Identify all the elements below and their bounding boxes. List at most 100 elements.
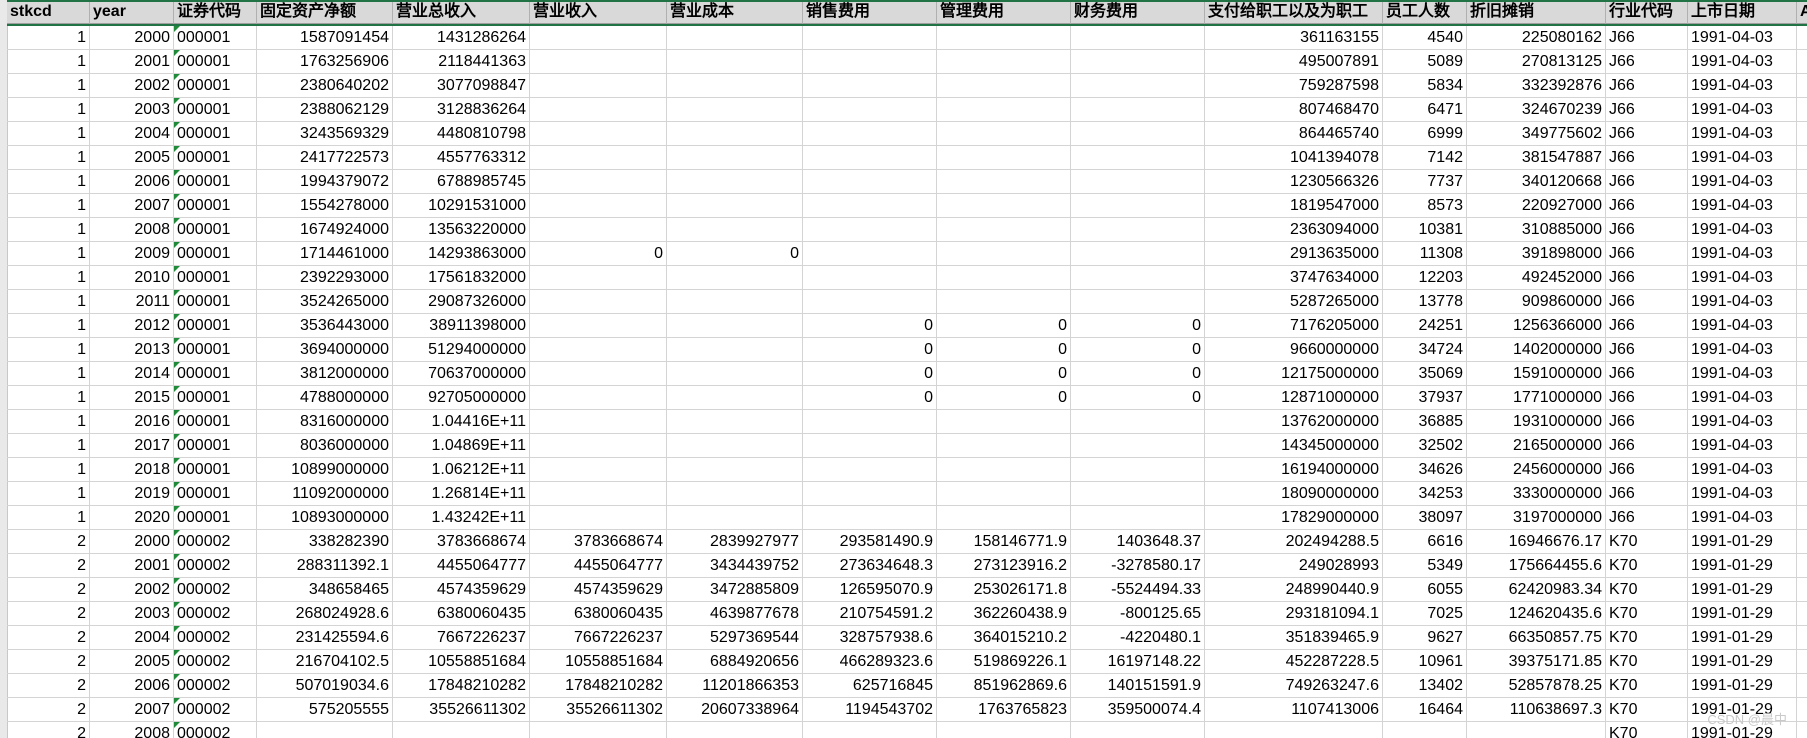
table-cell[interactable]: 2	[7, 626, 90, 650]
table-cell[interactable]	[937, 74, 1071, 98]
table-cell[interactable]: J66	[1606, 482, 1688, 506]
table-cell[interactable]: 625716845	[803, 674, 937, 698]
table-cell[interactable]	[1797, 26, 1807, 50]
table-cell[interactable]: 4480810798	[393, 122, 530, 146]
table-cell[interactable]	[803, 170, 937, 194]
table-cell[interactable]	[530, 122, 667, 146]
table-cell[interactable]: 452287228.5	[1205, 650, 1383, 674]
table-cell[interactable]: 14345000000	[1205, 434, 1383, 458]
table-cell[interactable]	[1071, 170, 1205, 194]
table-cell[interactable]: 1991-04-03	[1688, 338, 1797, 362]
table-cell[interactable]	[667, 50, 803, 74]
table-cell[interactable]: 2000	[90, 26, 174, 50]
table-cell[interactable]: 000001	[174, 410, 257, 434]
table-cell[interactable]	[937, 482, 1071, 506]
table-cell[interactable]: 000001	[174, 314, 257, 338]
table-cell[interactable]	[1797, 626, 1807, 650]
table-cell[interactable]: 2118441363	[393, 50, 530, 74]
table-cell[interactable]: 391898000	[1467, 242, 1606, 266]
table-cell[interactable]	[1071, 482, 1205, 506]
table-cell[interactable]: 2013	[90, 338, 174, 362]
table-cell[interactable]	[667, 338, 803, 362]
table-cell[interactable]: 5834	[1383, 74, 1467, 98]
table-cell[interactable]: 000002	[174, 554, 257, 578]
table-cell[interactable]: 2913635000	[1205, 242, 1383, 266]
table-cell[interactable]: 1403648.37	[1071, 530, 1205, 554]
table-cell[interactable]	[1071, 506, 1205, 530]
table-cell[interactable]: 000001	[174, 146, 257, 170]
table-cell[interactable]: 000001	[174, 362, 257, 386]
table-cell[interactable]	[803, 218, 937, 242]
table-cell[interactable]: 270813125	[1467, 50, 1606, 74]
table-cell[interactable]: 24251	[1383, 314, 1467, 338]
table-cell[interactable]: 2	[7, 722, 90, 738]
table-cell[interactable]	[1071, 50, 1205, 74]
table-cell[interactable]: 000002	[174, 698, 257, 722]
table-cell[interactable]	[1797, 482, 1807, 506]
table-cell[interactable]: 1991-04-03	[1688, 194, 1797, 218]
table-cell[interactable]: 0	[803, 314, 937, 338]
table-cell[interactable]	[1797, 458, 1807, 482]
table-cell[interactable]: K70	[1606, 722, 1688, 738]
table-cell[interactable]: 7176205000	[1205, 314, 1383, 338]
table-cell[interactable]	[1797, 530, 1807, 554]
table-cell[interactable]: 1	[7, 170, 90, 194]
table-cell[interactable]: 8573	[1383, 194, 1467, 218]
table-cell[interactable]	[1797, 698, 1807, 722]
table-cell[interactable]: 1991-04-03	[1688, 362, 1797, 386]
table-cell[interactable]	[1797, 314, 1807, 338]
table-cell[interactable]	[530, 410, 667, 434]
table-cell[interactable]: 6055	[1383, 578, 1467, 602]
table-cell[interactable]: 3434439752	[667, 554, 803, 578]
table-cell[interactable]: 2	[7, 650, 90, 674]
table-cell[interactable]: 16946676.17	[1467, 530, 1606, 554]
table-cell[interactable]: J66	[1606, 410, 1688, 434]
table-cell[interactable]: 0	[667, 242, 803, 266]
table-cell[interactable]: -800125.65	[1071, 602, 1205, 626]
table-cell[interactable]: 2017	[90, 434, 174, 458]
table-cell[interactable]	[530, 362, 667, 386]
table-cell[interactable]: 000001	[174, 194, 257, 218]
column-header[interactable]: 营业收入	[530, 0, 667, 24]
table-cell[interactable]: 1	[7, 122, 90, 146]
table-cell[interactable]: 273123916.2	[937, 554, 1071, 578]
table-cell[interactable]: 1991-01-29	[1688, 578, 1797, 602]
table-cell[interactable]	[803, 482, 937, 506]
table-cell[interactable]: 62420983.34	[1467, 578, 1606, 602]
table-cell[interactable]: 1771000000	[1467, 386, 1606, 410]
table-cell[interactable]: J66	[1606, 98, 1688, 122]
table-cell[interactable]: 0	[1071, 314, 1205, 338]
table-cell[interactable]: 7142	[1383, 146, 1467, 170]
table-cell[interactable]: 2010	[90, 266, 174, 290]
column-header[interactable]: 支付给职工以及为职工	[1205, 0, 1383, 24]
column-header[interactable]: 财务费用	[1071, 0, 1205, 24]
table-cell[interactable]: 11201866353	[667, 674, 803, 698]
table-cell[interactable]: 1	[7, 434, 90, 458]
table-cell[interactable]: 5089	[1383, 50, 1467, 74]
table-cell[interactable]	[803, 26, 937, 50]
table-cell[interactable]: 3077098847	[393, 74, 530, 98]
table-cell[interactable]: 34626	[1383, 458, 1467, 482]
table-cell[interactable]: 66350857.75	[1467, 626, 1606, 650]
table-cell[interactable]: 340120668	[1467, 170, 1606, 194]
table-cell[interactable]: 2002	[90, 578, 174, 602]
table-cell[interactable]	[1071, 146, 1205, 170]
table-cell[interactable]	[1797, 674, 1807, 698]
table-cell[interactable]: 4455064777	[393, 554, 530, 578]
column-header[interactable]: 上市日期	[1688, 0, 1797, 24]
table-cell[interactable]: 2008	[90, 722, 174, 738]
table-cell[interactable]	[530, 266, 667, 290]
table-cell[interactable]: 1991-04-03	[1688, 386, 1797, 410]
table-cell[interactable]: 000001	[174, 266, 257, 290]
table-cell[interactable]: 0	[803, 386, 937, 410]
table-cell[interactable]: 3783668674	[393, 530, 530, 554]
table-cell[interactable]: 348658465	[257, 578, 393, 602]
table-cell[interactable]: 10558851684	[530, 650, 667, 674]
table-cell[interactable]: 1991-01-29	[1688, 602, 1797, 626]
table-cell[interactable]: 2001	[90, 554, 174, 578]
table-cell[interactable]: 1	[7, 458, 90, 482]
table-cell[interactable]: 864465740	[1205, 122, 1383, 146]
table-cell[interactable]	[667, 722, 803, 738]
table-cell[interactable]: 0	[1071, 338, 1205, 362]
table-cell[interactable]: 575205555	[257, 698, 393, 722]
